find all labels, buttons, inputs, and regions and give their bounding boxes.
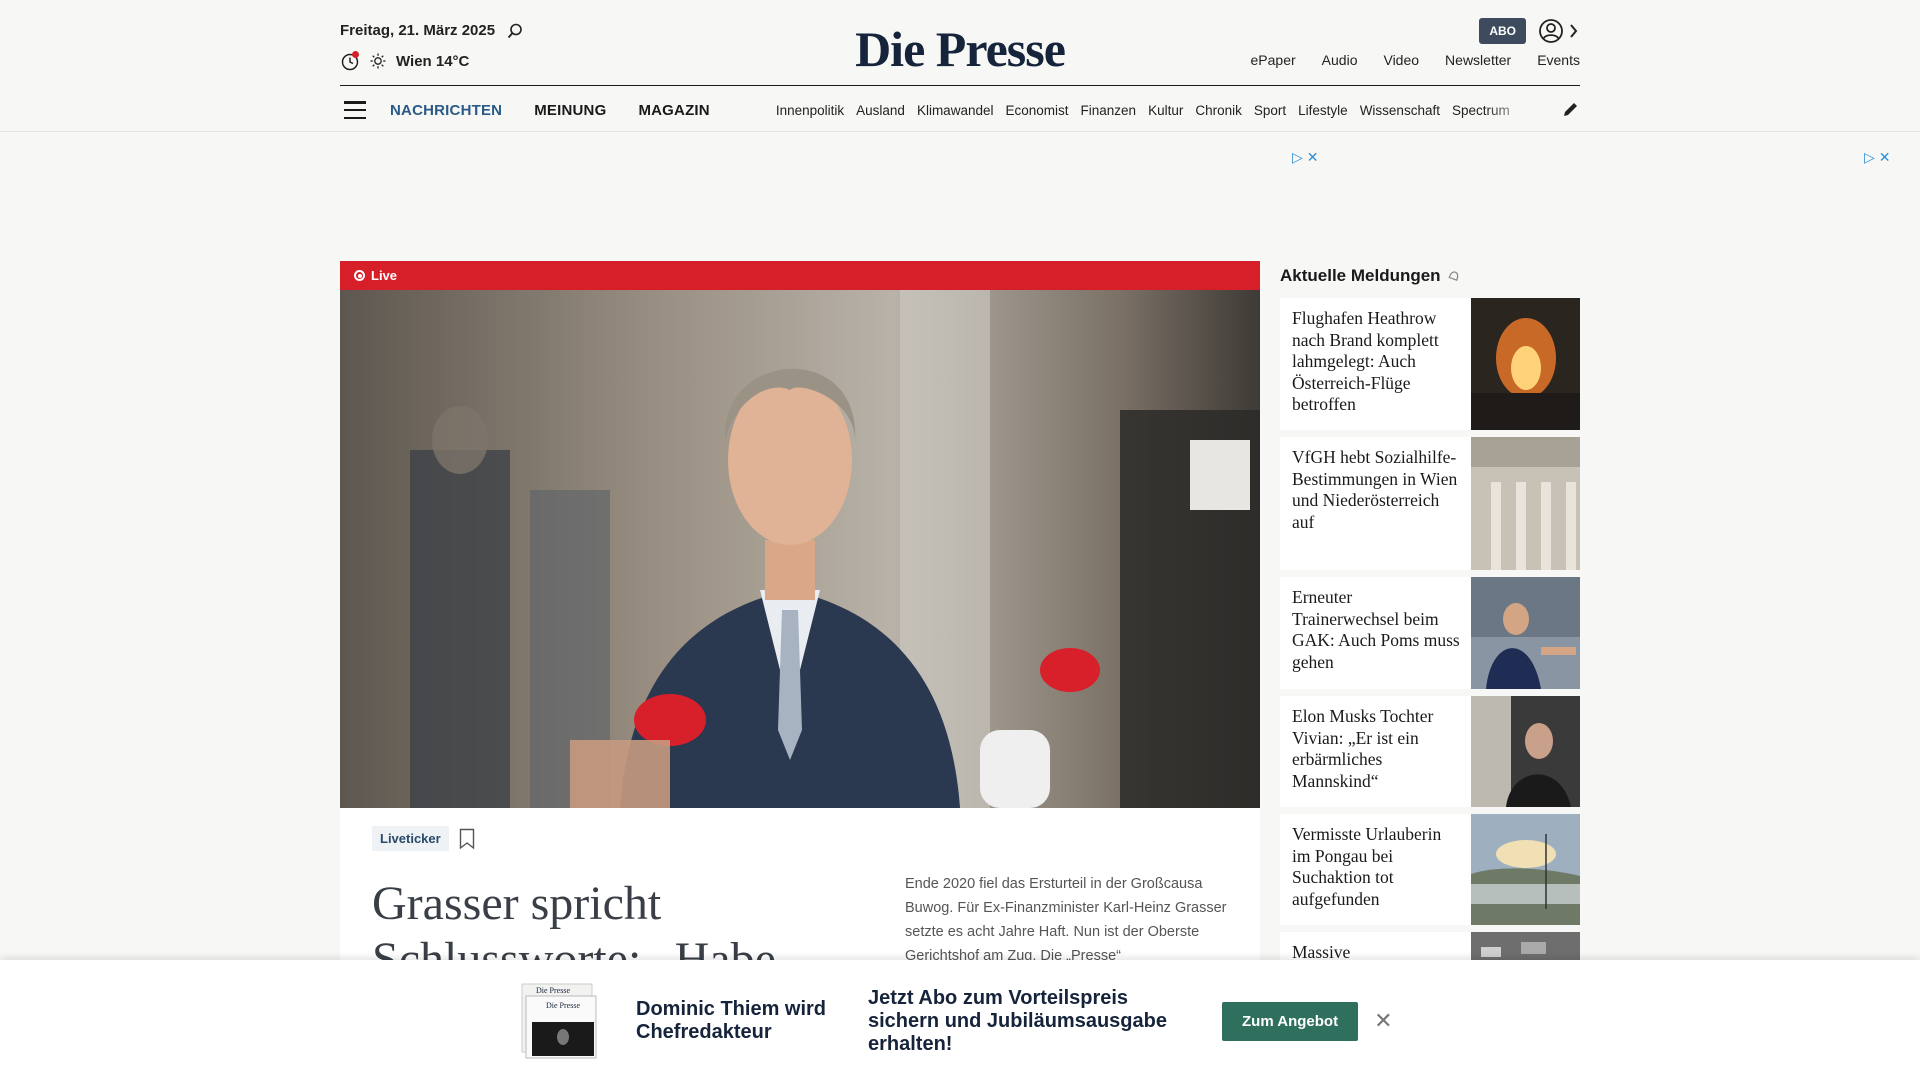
nav-lifestyle[interactable]: Lifestyle	[1298, 103, 1348, 118]
news-item-thumbnail[interactable]	[1471, 696, 1580, 807]
abo-button[interactable]: ABO	[1479, 18, 1526, 44]
news-item-thumbnail[interactable]	[1471, 814, 1580, 925]
hero-body: Liveticker Grasser spricht Schlussworte:…	[340, 808, 1260, 986]
user-account-icon[interactable]	[1538, 18, 1580, 44]
offer-button[interactable]: Zum Angebot	[1222, 1001, 1359, 1041]
nav-ausland[interactable]: Ausland	[856, 103, 905, 118]
liveticker-tag[interactable]: Liveticker	[372, 826, 449, 851]
newspaper-cover-image: Die Presse Die Presse	[520, 982, 600, 1060]
nav-nachrichten[interactable]: NACHRICHTEN	[390, 102, 502, 119]
news-item-thumbnail[interactable]	[1471, 437, 1580, 570]
svg-text:Die Presse: Die Presse	[546, 1001, 580, 1010]
latest-news-sidebar: Aktuelle Meldungen Flughafen Heathrow na…	[1280, 261, 1580, 972]
header-divider	[340, 85, 1580, 86]
news-item-title[interactable]: VfGH hebt Sozialhilfe-Bestimmungen in Wi…	[1280, 437, 1471, 570]
bookmark-icon[interactable]	[459, 828, 475, 850]
link-video[interactable]: Video	[1383, 52, 1419, 68]
nav-kultur[interactable]: Kultur	[1148, 103, 1183, 118]
site-logo[interactable]: Die Presse	[0, 20, 1920, 78]
link-epaper[interactable]: ePaper	[1251, 52, 1296, 68]
site-header: Freitag, 21. März 2025 Wien 14°C Die Pre…	[0, 0, 1920, 132]
nav-magazin[interactable]: MAGAZIN	[638, 102, 709, 119]
nav-finanzen[interactable]: Finanzen	[1081, 103, 1137, 118]
ad-close-icon[interactable]: ✕	[1307, 149, 1319, 166]
nav-chronik[interactable]: Chronik	[1195, 103, 1242, 118]
top-links: ePaper Audio Video Newsletter Events	[1251, 52, 1580, 68]
nav-wissenschaft[interactable]: Wissenschaft	[1360, 103, 1440, 118]
news-item-title[interactable]: Flughafen Heathrow nach Brand komplett l…	[1280, 298, 1471, 430]
news-item-title[interactable]: Erneuter Trainerwechsel beim GAK: Auch P…	[1280, 577, 1471, 689]
hero-teaser: Ende 2020 fiel das Ersturteil in der Gro…	[905, 876, 1227, 964]
banner-headline: Dominic Thiem wird Chefredakteur	[636, 998, 827, 1043]
nav-klimawandel[interactable]: Klimawandel	[917, 103, 994, 118]
subscription-banner: Die Presse Die Presse Dominic Thiem wird…	[0, 960, 1920, 1080]
header-actions: ABO ePaper Audio Video Newsletter Events	[1251, 18, 1580, 68]
ad-close-icon[interactable]: ✕	[1879, 149, 1891, 166]
link-events[interactable]: Events	[1537, 52, 1580, 68]
news-item-title[interactable]: Elon Musks Tochter Vivian: „Er ist ein e…	[1280, 696, 1471, 807]
news-item[interactable]: Vermisste Urlauberin im Pongau bei Sucha…	[1280, 814, 1580, 925]
ad-play-icon: ▷	[1292, 149, 1303, 165]
banner-offer-text: Jetzt Abo zum Vorteilspreis sichern und …	[868, 986, 1167, 1055]
live-dot-icon	[354, 270, 365, 281]
hero-article[interactable]: Live Liveticker Grasser spricht Ende 202…	[340, 261, 1260, 986]
news-item[interactable]: Elon Musks Tochter Vivian: „Er ist ein e…	[1280, 696, 1580, 807]
ad-play-icon: ▷	[1864, 149, 1875, 165]
main-navigation: NACHRICHTEN MEINUNG MAGAZIN Innenpolitik…	[340, 98, 1580, 122]
news-item-title[interactable]: Vermisste Urlauberin im Pongau bei Sucha…	[1280, 814, 1471, 925]
nav-sport[interactable]: Sport	[1254, 103, 1286, 118]
hero-image[interactable]	[340, 290, 1260, 808]
link-newsletter[interactable]: Newsletter	[1445, 52, 1511, 68]
news-item-thumbnail[interactable]	[1471, 577, 1580, 689]
news-item-thumbnail[interactable]	[1471, 298, 1580, 430]
news-item[interactable]: Erneuter Trainerwechsel beim GAK: Auch P…	[1280, 577, 1580, 689]
ad-choices-marker-right[interactable]: ▷ ✕	[1864, 149, 1891, 166]
nav-innenpolitik[interactable]: Innenpolitik	[776, 103, 844, 118]
live-bar: Live	[340, 261, 1260, 290]
link-audio[interactable]: Audio	[1322, 52, 1358, 68]
bell-icon[interactable]	[1447, 269, 1461, 283]
sub-navigation: Innenpolitik Ausland Klimawandel Economi…	[776, 103, 1538, 118]
nav-economist[interactable]: Economist	[1005, 103, 1068, 118]
news-item[interactable]: Flughafen Heathrow nach Brand komplett l…	[1280, 298, 1580, 430]
menu-icon[interactable]	[344, 101, 366, 119]
pencil-icon[interactable]	[1562, 100, 1580, 118]
live-label: Live	[371, 268, 398, 283]
news-item[interactable]: VfGH hebt Sozialhilfe-Bestimmungen in Wi…	[1280, 437, 1580, 570]
nav-meinung[interactable]: MEINUNG	[534, 102, 606, 119]
sidebar-title: Aktuelle Meldungen	[1280, 261, 1580, 291]
svg-text:Die Presse: Die Presse	[536, 986, 570, 995]
ad-choices-marker[interactable]: ▷ ✕	[1292, 149, 1319, 166]
sidebar-title-text: Aktuelle Meldungen	[1280, 266, 1441, 285]
nav-spectrum[interactable]: Spectrum	[1452, 103, 1510, 118]
close-icon[interactable]: ✕	[1374, 1008, 1392, 1034]
